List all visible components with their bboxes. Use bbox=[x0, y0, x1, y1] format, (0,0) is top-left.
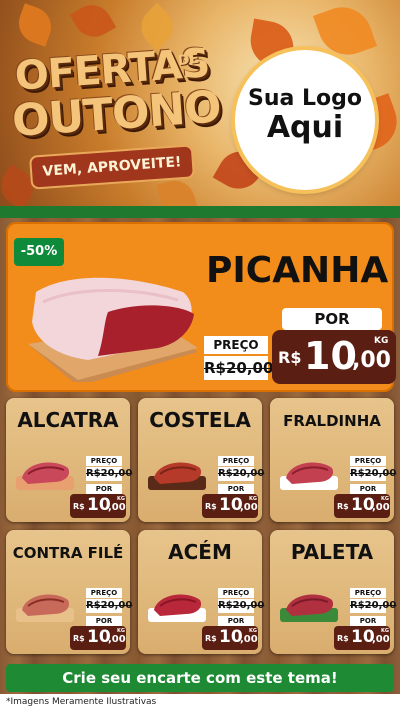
old-price: R$20,00 bbox=[350, 467, 397, 481]
logo-text-line2: Aqui bbox=[266, 110, 344, 145]
product-name: ALCATRA bbox=[17, 408, 119, 432]
preco-label: PREÇO bbox=[350, 588, 386, 598]
title-de: DE bbox=[176, 50, 201, 70]
product-price: R$ 10,00 KG bbox=[202, 494, 258, 518]
old-price: R$20,00 bbox=[86, 599, 133, 613]
product-price: R$ 10,00 KG bbox=[334, 494, 390, 518]
preco-label: PREÇO bbox=[218, 588, 254, 598]
price-unit: KG bbox=[381, 628, 389, 634]
price-integer: 10 bbox=[304, 334, 357, 378]
price-unit: KG bbox=[117, 628, 125, 634]
por-label: POR bbox=[282, 308, 382, 330]
por-label: POR bbox=[350, 484, 386, 494]
grass-divider bbox=[0, 206, 400, 218]
old-price: R$20,00 bbox=[218, 599, 265, 613]
price-currency: R$ bbox=[205, 502, 217, 511]
header-banner: OFERTAS OUTONO DE VEM, APROVEITE! Sua Lo… bbox=[0, 0, 400, 212]
product-name: PALETA bbox=[290, 540, 374, 564]
price-decimal: ,00 bbox=[108, 634, 126, 645]
price-decimal: ,00 bbox=[352, 348, 391, 373]
preco-label: PREÇO bbox=[86, 588, 122, 598]
product-card: ACÉM PREÇO R$20,00 POR R$ 10,00 KG bbox=[138, 530, 265, 654]
preco-label: PREÇO bbox=[204, 336, 268, 354]
picanha-meat-image bbox=[28, 277, 198, 382]
price-unit: KG bbox=[374, 336, 389, 346]
preco-label: PREÇO bbox=[218, 456, 254, 466]
logo-text-line1: Sua Logo bbox=[247, 86, 362, 111]
product-card: ALCATRA PREÇO R$20,00 POR R$ 10,00 KG bbox=[6, 398, 133, 522]
product-name: FRALDINHA bbox=[283, 412, 381, 430]
price-decimal: ,00 bbox=[372, 502, 390, 513]
price-currency: R$ bbox=[73, 502, 85, 511]
title-outono: OUTONO bbox=[10, 81, 223, 147]
product-name: CONTRA FILÉ bbox=[12, 544, 124, 562]
por-label: POR bbox=[218, 484, 254, 494]
price-currency: R$ bbox=[278, 348, 302, 367]
product-card: PALETA PREÇO R$20,00 POR R$ 10,00 KG bbox=[270, 530, 397, 654]
featured-price: R$ 10 ,00 KG bbox=[272, 330, 396, 384]
por-label: POR bbox=[86, 484, 122, 494]
meat-image bbox=[16, 594, 74, 622]
preco-label: PREÇO bbox=[350, 456, 386, 466]
product-price: R$ 10,00 KG bbox=[334, 626, 390, 650]
por-label: POR bbox=[86, 616, 122, 626]
leaf-icon bbox=[69, 0, 117, 45]
price-currency: R$ bbox=[337, 634, 349, 643]
product-card: CONTRA FILÉ PREÇO R$20,00 POR R$ 10,00 KG bbox=[6, 530, 133, 654]
cta-banner[interactable]: Crie seu encarte com este tema! bbox=[6, 664, 394, 692]
product-price: R$ 10,00 KG bbox=[202, 626, 258, 650]
product-name: COSTELA bbox=[149, 408, 251, 432]
disclaimer-text: *Imagens Meramente Ilustrativas bbox=[0, 694, 400, 711]
meat-image bbox=[148, 594, 206, 622]
price-currency: R$ bbox=[337, 502, 349, 511]
price-unit: KG bbox=[117, 496, 125, 502]
price-unit: KG bbox=[381, 496, 389, 502]
logo-placeholder: Sua Logo Aqui bbox=[235, 50, 375, 190]
price-currency: R$ bbox=[205, 634, 217, 643]
product-card: COSTELA PREÇO R$20,00 POR R$ 10,00 KG bbox=[138, 398, 265, 522]
featured-offer-card: -50% PICANHA POR PREÇO R$20,00 R$ 10 ,00… bbox=[6, 222, 396, 392]
featured-product-name: PICANHA bbox=[206, 250, 389, 291]
por-label: POR bbox=[350, 616, 386, 626]
price-decimal: ,00 bbox=[372, 634, 390, 645]
por-label: POR bbox=[218, 616, 254, 626]
flyer-page: OFERTAS OUTONO DE VEM, APROVEITE! Sua Lo… bbox=[0, 0, 400, 711]
meat-image bbox=[280, 594, 338, 622]
price-currency: R$ bbox=[73, 634, 85, 643]
old-price: R$20,00 bbox=[204, 356, 273, 380]
meat-image bbox=[148, 462, 206, 490]
preco-label: PREÇO bbox=[86, 456, 122, 466]
price-unit: KG bbox=[249, 496, 257, 502]
product-name: ACÉM bbox=[168, 540, 232, 564]
price-decimal: ,00 bbox=[240, 634, 258, 645]
leaf-icon bbox=[13, 3, 57, 47]
price-unit: KG bbox=[249, 628, 257, 634]
product-price: R$ 10,00 KG bbox=[70, 494, 126, 518]
old-price: R$20,00 bbox=[86, 467, 133, 481]
old-price: R$20,00 bbox=[350, 599, 397, 613]
product-price: R$ 10,00 KG bbox=[70, 626, 126, 650]
meat-image bbox=[280, 462, 338, 490]
product-card: FRALDINHA PREÇO R$20,00 POR R$ 10,00 KG bbox=[270, 398, 397, 522]
old-price: R$20,00 bbox=[218, 467, 265, 481]
meat-image bbox=[16, 462, 74, 490]
price-decimal: ,00 bbox=[240, 502, 258, 513]
price-decimal: ,00 bbox=[108, 502, 126, 513]
